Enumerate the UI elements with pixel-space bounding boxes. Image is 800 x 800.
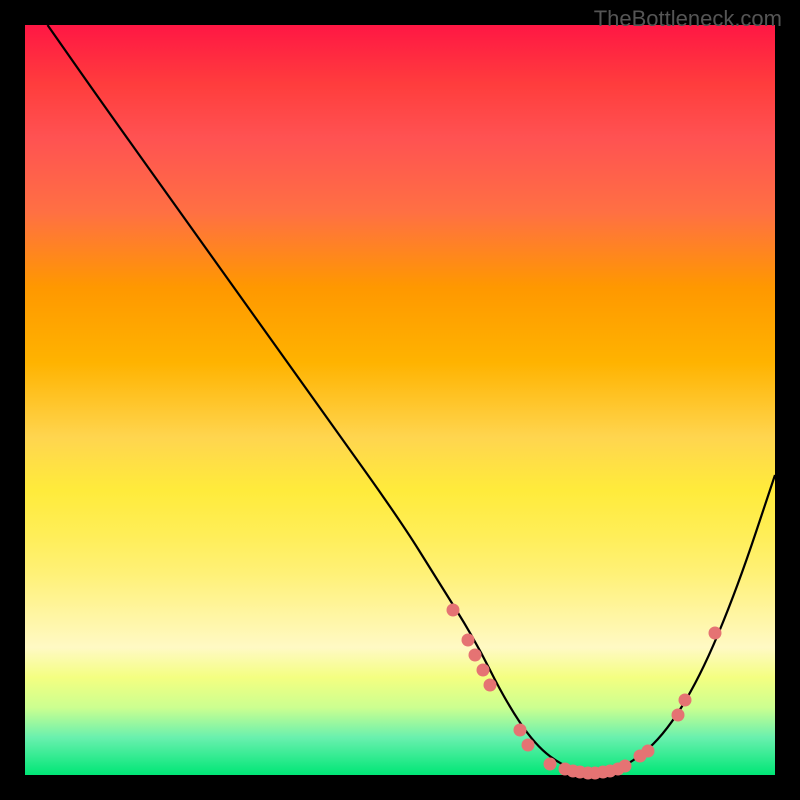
chart-data-point [469, 649, 482, 662]
chart-data-point [619, 760, 632, 773]
chart-plot-area [25, 25, 775, 775]
chart-data-point [544, 757, 557, 770]
chart-data-point [446, 604, 459, 617]
chart-data-point [641, 745, 654, 758]
chart-data-point [476, 664, 489, 677]
chart-curve [25, 25, 775, 775]
chart-data-point [521, 739, 534, 752]
chart-data-point [514, 724, 527, 737]
watermark-text: TheBottleneck.com [594, 6, 782, 32]
chart-data-point [671, 709, 684, 722]
chart-data-point [709, 626, 722, 639]
chart-data-point [679, 694, 692, 707]
chart-data-point [484, 679, 497, 692]
chart-data-point [461, 634, 474, 647]
